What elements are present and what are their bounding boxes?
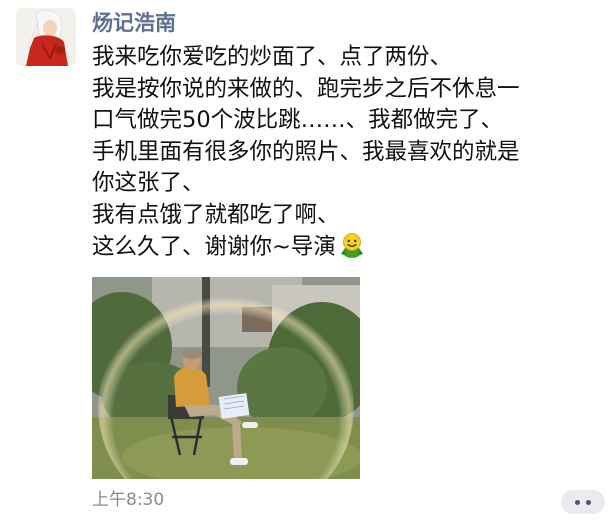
smiley-emoji-icon (341, 233, 363, 258)
garden-photo-image (92, 277, 360, 479)
avatar-image (16, 8, 76, 66)
ellipsis-icon (575, 500, 580, 505)
post-text-line-content: 这么久了、谢谢你~导演 (92, 234, 336, 260)
post-text: 我来吃你爱吃的炒面了、点了两份、 我是按你说的来做的、跑完步之后不休息一 口气做… (92, 42, 602, 264)
post-photo[interactable] (92, 277, 360, 479)
more-options-button[interactable] (561, 490, 605, 514)
nickname[interactable]: 炀记浩南 (92, 10, 176, 36)
post-text-line: 你这张了、 (92, 170, 205, 196)
ellipsis-icon-dot (586, 500, 591, 505)
timestamp: 上午8:30 (92, 490, 165, 510)
post-text-line-last: 这么久了、谢谢你~导演 (92, 231, 602, 264)
post-text-line: 我有点饿了就都吃了啊、 (92, 201, 340, 228)
avatar[interactable] (16, 8, 76, 66)
post-text-line: 手机里面有很多你的照片、我最喜欢的就是 (92, 138, 520, 165)
post-text-line: 我是按你说的来做的、跑完步之后不休息一 (92, 75, 520, 102)
post-text-line: 口气做完50个波比跳……、我都做完了、 (92, 107, 504, 133)
post-text-line: 我来吃你爱吃的炒面了、点了两份、 (92, 44, 453, 70)
